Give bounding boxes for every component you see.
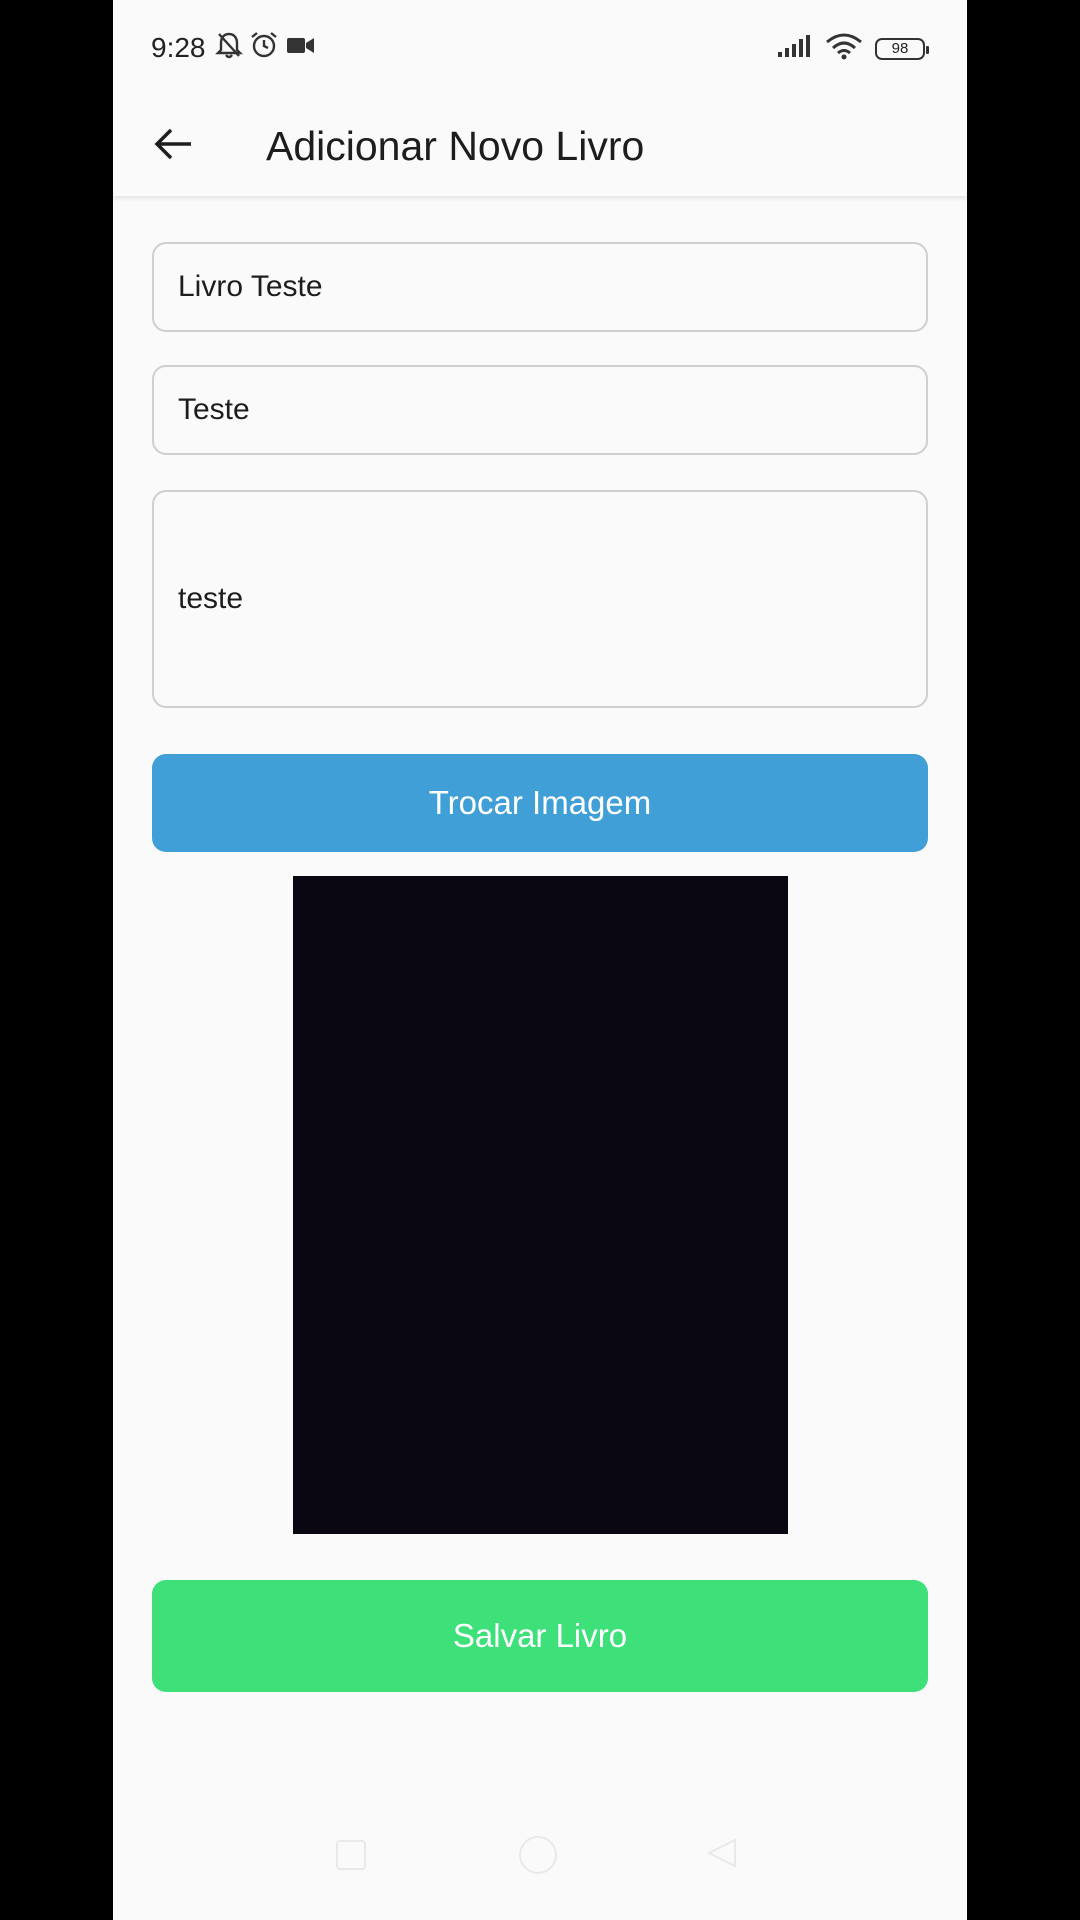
status-right-icons: 98 [777,32,929,65]
save-book-button[interactable]: Salvar Livro [152,1580,928,1692]
recents-square-icon[interactable] [336,1840,366,1870]
page-title: Adicionar Novo Livro [266,123,645,169]
book-cover-image [293,876,788,1534]
back-button[interactable] [145,118,201,174]
bell-off-icon [215,30,243,65]
video-camera-icon [285,30,317,65]
back-triangle-icon[interactable] [706,1838,737,1873]
status-left-icons [215,30,317,65]
battery-icon: 98 [875,37,929,60]
status-bar: 9:28 98 [113,0,967,96]
book-title-field[interactable] [152,242,928,332]
change-image-button[interactable]: Trocar Imagem [152,754,928,852]
book-author-field[interactable] [152,365,928,455]
arrow-left-icon [153,127,193,166]
status-time: 9:28 [151,32,206,63]
alarm-icon [249,30,279,65]
book-description-text: teste [178,582,244,615]
system-nav-bar [113,1810,967,1920]
app-bar: Adicionar Novo Livro [113,96,967,196]
signal-icon [777,34,813,63]
wifi-icon [825,32,863,65]
book-description-field[interactable]: teste [152,490,928,708]
app-screen: 9:28 98 Adicionar Novo Livro Livro Teste… [113,0,967,1920]
home-circle-icon[interactable] [519,1836,557,1874]
